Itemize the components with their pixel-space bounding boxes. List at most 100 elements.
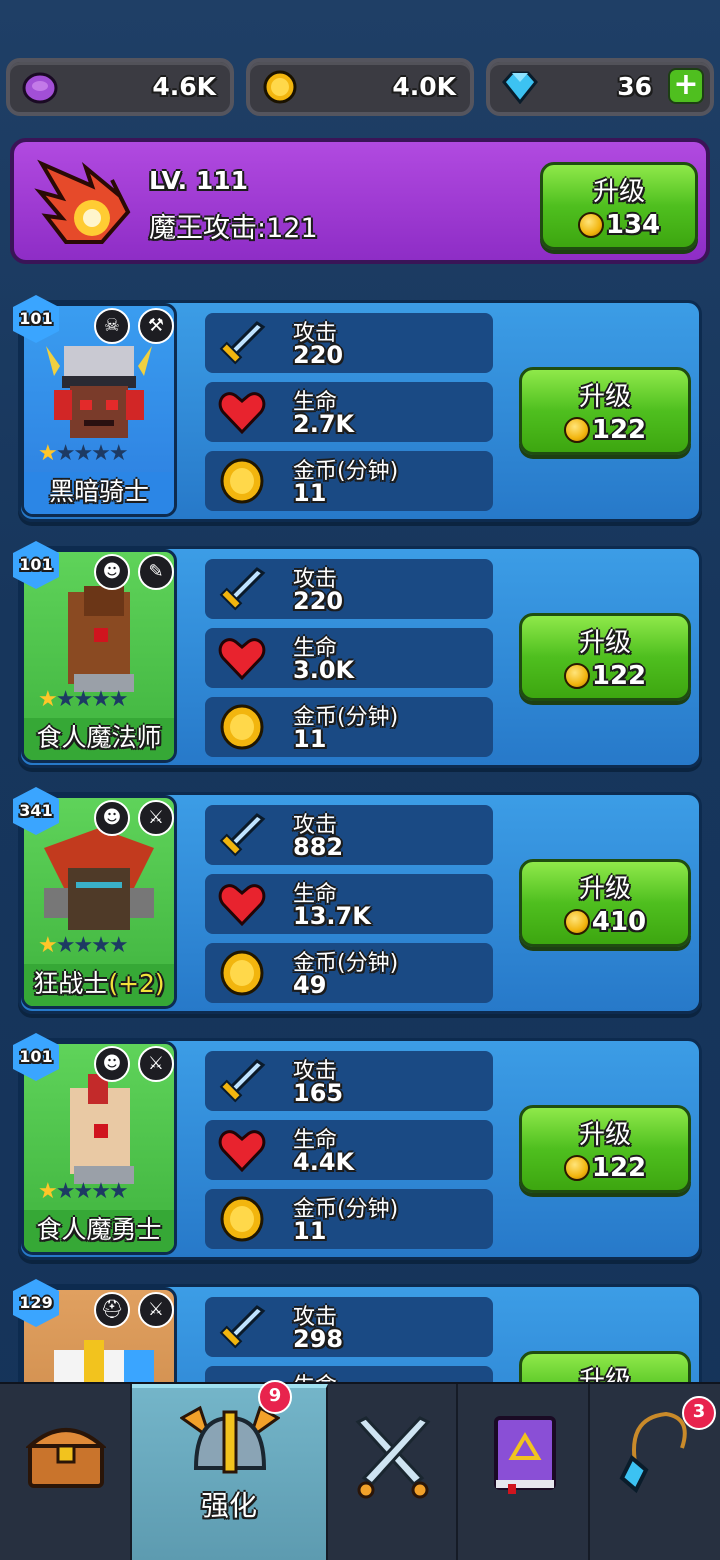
gold-coin-icon [563,1155,590,1181]
hp-stat: 生命 3.0K [205,628,493,688]
attack-stat: 攻击 220 [205,559,493,619]
plus-icon: + [673,67,699,102]
star-rating: ★★★★★ [38,687,129,712]
staff-icon: ✎ [138,554,174,590]
sword-icon [219,567,266,611]
gold-value: 4.0K [392,72,456,101]
purple-orb-icon [22,72,58,104]
sword-badge-icon: ⚔ [138,1292,174,1328]
hero-upgrade-button[interactable]: 升级 410 [519,859,691,947]
gold-coin-icon [577,212,604,238]
star-rating: ★★★★★ [38,441,129,466]
ogre-warrior-avatar [70,1074,134,1184]
heart-icon [218,638,266,681]
skull-icon: ☠ [94,308,130,344]
hero-name: 食人魔勇士 [24,1210,174,1252]
diamond-icon [502,71,538,104]
attack-value: 298 [293,1325,344,1353]
gold-coin-icon [563,663,590,689]
gold-stat: 金币(分钟) 11 [205,451,493,511]
tab-battle[interactable] [328,1384,458,1560]
attack-value: 220 [293,587,344,615]
hero-upgrade-button[interactable]: 升级 122 [519,367,691,455]
hero-row: 101 ☠ ⚒ ★★★★★ 黑暗骑士 攻击 220 生命 2.7K 金币(分钟)… [13,295,702,522]
treasure-chest-icon [26,1428,106,1488]
attack-value: 220 [293,341,344,369]
upgrade-label: 升级 [578,382,631,412]
gold-value: 11 [293,1217,327,1245]
add-gems-button[interactable]: + [668,68,704,104]
star-rating: ★★★★★ [38,933,129,958]
sword-icon [219,1059,266,1103]
crossed-swords-icon [355,1416,431,1499]
upgrade-cost: 122 [591,1153,647,1183]
gold-coin-icon [263,70,297,104]
bottom-nav: 9 强化 3 [0,1380,720,1560]
sword-icon [219,321,266,365]
tab-label: 强化 [200,1489,257,1522]
gold-value: 11 [293,479,327,507]
gold-coin-icon [563,417,590,443]
gold-stat: 金币(分钟) 11 [205,697,493,757]
upgrade-cost: 122 [591,415,647,445]
tab-spellbook[interactable] [458,1384,590,1560]
upgrade-cost: 122 [591,661,647,691]
heart-icon [218,392,266,435]
hero-upgrade-button[interactable]: 升级 122 [519,1105,691,1193]
hero-name-bonus: (+2) [108,969,165,998]
hp-value: 13.7K [293,902,371,930]
star-rating: ★★★★★ [38,1179,129,1204]
attack-stat: 攻击 220 [205,313,493,373]
hero-upgrade-button[interactable]: 升级 122 [519,613,691,701]
hero-name: 黑暗骑士 [24,472,174,514]
gold-stat: 金币(分钟) 11 [205,1189,493,1249]
boss-attack: 魔王攻击:121 [149,213,318,244]
notification-badge: 9 [258,1380,292,1414]
orc-icon: ☻ [94,800,130,836]
upgrade-label: 升级 [578,874,631,904]
upgrade-cost: 410 [591,907,647,937]
boss-level: LV. 111 [149,166,248,195]
upgrade-label: 升级 [578,628,631,658]
potion-resource: 4.6K [6,58,234,116]
ogre-mage-avatar [68,586,134,692]
gold-coin-icon [220,950,264,996]
hp-value: 3.0K [293,656,355,684]
gems-resource: 36 + [486,58,714,116]
hp-stat: 生命 13.7K [205,874,493,934]
spartan-helmet-icon: ⛑ [94,1292,130,1328]
sword-icon [219,1305,266,1349]
hero-row: 101 ☻ ✎ ★★★★★ 食人魔法师 攻击 220 生命 3.0K 金币(分钟… [13,541,702,768]
tab-treasure[interactable] [0,1384,132,1560]
boss-panel: LV. 111 魔王攻击:121 升级 134 [10,138,710,264]
gold-value: 49 [293,971,327,999]
spell-book-icon [494,1416,556,1494]
tab-upgrade[interactable]: 9 强化 [132,1380,328,1560]
hp-stat: 生命 2.7K [205,382,493,442]
heart-icon [218,884,266,927]
orc-icon: ☻ [94,554,130,590]
gold-coin-icon [220,704,264,750]
upgrade-label: 升级 [592,177,645,207]
gold-coin-icon [563,909,590,935]
hero-name: 狂战士 [33,969,109,998]
attack-value: 882 [293,833,344,861]
upgrade-cost: 134 [605,210,661,240]
notification-badge: 3 [682,1396,716,1430]
gems-value: 36 [617,72,652,101]
potion-value: 4.6K [152,72,216,101]
boss-upgrade-button[interactable]: 升级 134 [540,162,698,250]
attack-stat: 攻击 298 [205,1297,493,1357]
hero-row: 341 ☻ ⚔ ★★★★★ 狂战士(+2) 攻击 882 生命 13.7K 金币… [13,787,702,1014]
upgrade-label: 升级 [578,1120,631,1150]
attack-stat: 攻击 882 [205,805,493,865]
hammer-icon: ⚒ [138,308,174,344]
hero-row: 101 ☻ ⚔ ★★★★★ 食人魔勇士 攻击 165 生命 4.4K 金币(分钟… [13,1033,702,1260]
dark-knight-avatar [46,346,152,438]
tab-amulet[interactable]: 3 [590,1384,720,1560]
gold-stat: 金币(分钟) 49 [205,943,493,1003]
hero-name: 食人魔法师 [24,718,174,760]
berserker-avatar [44,828,154,930]
orc-icon: ☻ [94,1046,130,1082]
gold-coin-icon [220,1196,264,1242]
